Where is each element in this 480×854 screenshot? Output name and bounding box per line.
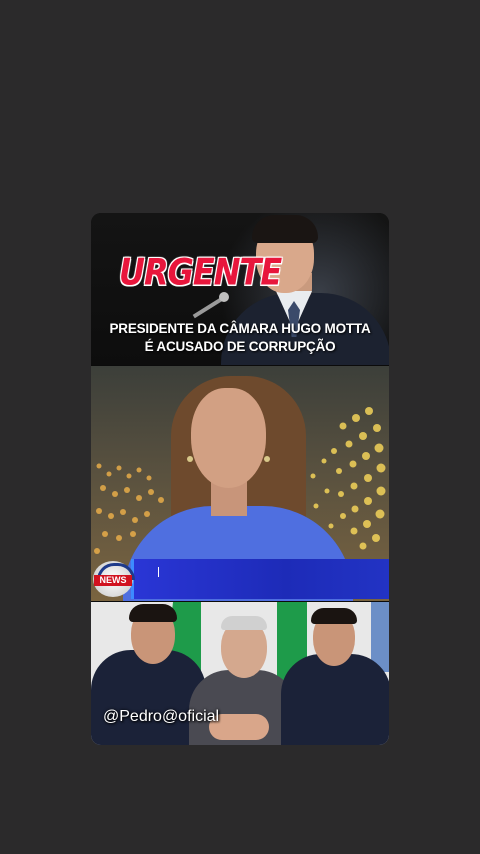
news-lower-third-bar [131, 559, 389, 599]
headline: PRESIDENTE DA CÂMARA HUGO MOTTA É ACUSAD… [91, 320, 389, 356]
urgent-headline-panel: URGENTE PRESIDENTE DA CÂMARA HUGO MOTTA … [91, 213, 389, 365]
politicians-photo-panel: @Pedro@oficial [91, 602, 389, 745]
news-logo-label: NEWS [94, 575, 132, 586]
anchor-face [191, 388, 266, 488]
text-cursor [158, 567, 159, 577]
news-anchor-panel: NEWS [91, 366, 389, 601]
man-right-suit [281, 654, 389, 745]
man-left-hair [129, 604, 177, 622]
video-post-card[interactable]: URGENTE PRESIDENTE DA CÂMARA HUGO MOTTA … [91, 213, 389, 745]
urgent-badge: URGENTE [119, 250, 282, 294]
man-right-hair [311, 608, 357, 624]
headline-line-2: É ACUSADO DE CORRUPÇÃO [144, 339, 336, 354]
politician-hair [252, 215, 318, 243]
man-right [277, 602, 389, 745]
headline-line-1: PRESIDENTE DA CÂMARA HUGO MOTTA [109, 321, 371, 336]
news-channel-logo: NEWS [93, 561, 135, 597]
man-center-hair [221, 616, 267, 630]
watermark-handle: @Pedro@oficial [103, 708, 220, 725]
earring-left [187, 456, 193, 462]
earring-right [264, 456, 270, 462]
